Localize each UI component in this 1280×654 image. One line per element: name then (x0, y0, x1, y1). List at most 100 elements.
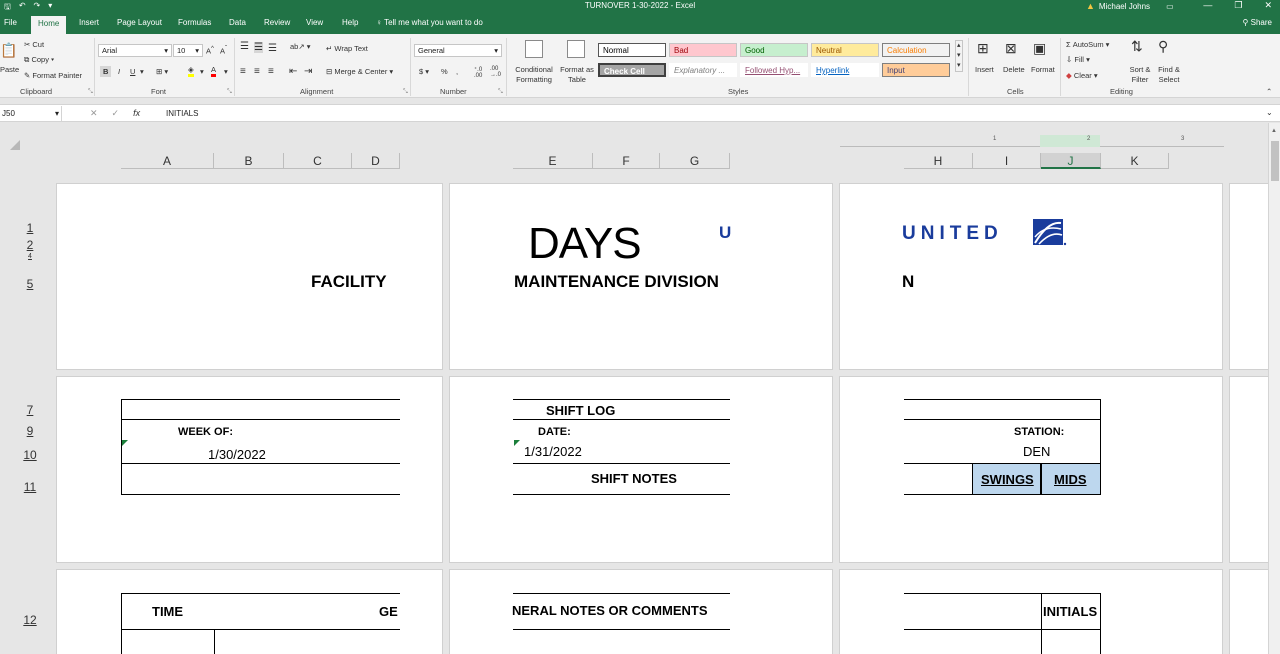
delete-cells-icon[interactable]: ⊠ (1005, 40, 1017, 57)
style-check-cell[interactable]: Check Cell (598, 63, 666, 77)
week-of-label[interactable]: WEEK OF: (178, 426, 233, 438)
increase-font-icon[interactable]: A^ (206, 45, 214, 56)
style-bad[interactable]: Bad (669, 43, 737, 57)
style-good[interactable]: Good (740, 43, 808, 57)
styles-scroll-icon[interactable]: ▴ ▾ ▾ (955, 40, 963, 72)
font-color-icon[interactable]: A (211, 65, 217, 77)
merge-center-button[interactable]: ⊟ Merge & Center ▾ (326, 67, 393, 76)
row-header-10[interactable]: 10 (18, 448, 42, 462)
sort-filter-button[interactable]: Sort & Filter (1126, 65, 1154, 85)
alignment-launcher-icon[interactable]: ⤡ (403, 89, 408, 96)
week-of-value[interactable]: 1/30/2022 (208, 447, 266, 462)
scroll-up-icon[interactable]: ▲ (1271, 128, 1277, 134)
middle-align-icon[interactable]: ☰ (254, 42, 263, 53)
font-color-dropdown-icon[interactable]: ▾ (224, 67, 228, 76)
column-header-i[interactable]: I (973, 153, 1041, 169)
autosum-button[interactable]: Σ AutoSum ▾ (1066, 40, 1109, 49)
style-explanatory[interactable]: Explanatory ... (669, 63, 737, 77)
clear-button[interactable]: ◆ Clear ▾ (1066, 71, 1098, 80)
swings-label[interactable]: SWINGS (981, 472, 1034, 487)
name-box[interactable]: J50 ▾ (0, 106, 62, 121)
decrease-indent-icon[interactable]: ⇤ (289, 66, 297, 77)
column-header-f[interactable]: F (593, 153, 660, 169)
sort-filter-icon[interactable]: ⇅ (1131, 38, 1143, 55)
insert-cells-icon[interactable]: ⊞ (977, 40, 989, 57)
underline-button[interactable]: U (130, 67, 135, 76)
column-header-d[interactable]: D (352, 153, 400, 169)
shift-notes-heading[interactable]: SHIFT NOTES (591, 471, 677, 486)
minimize-icon[interactable]: — (1203, 0, 1212, 11)
station-value[interactable]: DEN (1023, 444, 1050, 459)
row-header-2[interactable]: 2 (18, 238, 42, 252)
tab-view[interactable]: View (306, 18, 323, 27)
paste-icon[interactable]: 📋 (0, 42, 17, 59)
tab-data[interactable]: Data (229, 18, 246, 27)
column-header-k[interactable]: K (1101, 153, 1169, 169)
paste-button[interactable]: Paste (0, 65, 19, 74)
insert-cells-button[interactable]: Insert (975, 65, 994, 74)
format-cells-button[interactable]: Format (1031, 65, 1055, 74)
font-size-combo[interactable]: 10 ▾ (173, 44, 203, 57)
tab-review[interactable]: Review (264, 18, 290, 27)
number-launcher-icon[interactable]: ⤡ (498, 89, 503, 96)
tab-page-layout[interactable]: Page Layout (117, 18, 162, 27)
number-format-combo[interactable]: General ▾ (414, 44, 502, 57)
page-notes-right[interactable] (839, 569, 1223, 654)
user-account[interactable]: ▲ Michael Johns ▭ (1086, 1, 1174, 11)
column-header-j[interactable]: J (1041, 153, 1101, 169)
fill-color-dropdown-icon[interactable]: ▾ (200, 67, 204, 76)
find-select-icon[interactable]: ⚲ (1158, 38, 1168, 55)
copy-button[interactable]: ⧉ Copy ▾ (24, 55, 54, 65)
cancel-icon[interactable]: ✕ (90, 108, 98, 119)
font-name-combo[interactable]: Arial ▾ (98, 44, 172, 57)
format-cells-icon[interactable]: ▣ (1033, 40, 1046, 57)
facility-heading[interactable]: FACILITY (311, 272, 387, 292)
format-painter-button[interactable]: ✎ Format Painter (24, 71, 82, 80)
tab-file[interactable]: File (4, 18, 17, 27)
italic-button[interactable]: I (118, 67, 120, 76)
comma-button[interactable]: , (456, 67, 458, 76)
decrease-decimal-icon[interactable]: .00 →.0 (490, 66, 501, 78)
initials-column-header[interactable]: INITIALS (1043, 604, 1097, 619)
scrollbar-thumb[interactable] (1271, 141, 1279, 181)
underline-dropdown-icon[interactable]: ▾ (140, 67, 144, 76)
shift-log-title[interactable]: SHIFT LOG (546, 403, 615, 418)
row-header-9[interactable]: 9 (18, 424, 42, 438)
top-align-icon[interactable]: ☰ (240, 41, 249, 52)
column-header-g[interactable]: G (660, 153, 730, 169)
percent-button[interactable]: % (441, 67, 448, 76)
column-header-e[interactable]: E (513, 153, 593, 169)
style-neutral[interactable]: Neutral (811, 43, 879, 57)
close-icon[interactable]: ✕ (1264, 0, 1272, 11)
align-left-icon[interactable]: ≡ (240, 66, 246, 77)
formula-input[interactable]: INITIALS (166, 109, 198, 118)
row-header-4[interactable]: 4 (18, 253, 42, 260)
increase-decimal-icon[interactable]: ⁺.0.00 (474, 66, 482, 79)
general-notes-header[interactable]: NERAL NOTES OR COMMENTS (512, 603, 708, 618)
style-normal[interactable]: Normal (598, 43, 666, 57)
decrease-font-icon[interactable]: Aˇ (220, 45, 227, 56)
currency-button[interactable]: $ ▾ (419, 67, 429, 76)
date-value[interactable]: 1/31/2022 (524, 444, 582, 459)
clipboard-launcher-icon[interactable]: ⤡ (88, 89, 93, 96)
column-header-h[interactable]: H (904, 153, 973, 169)
tell-me-search[interactable]: ♀ Tell me what you want to do (376, 18, 483, 27)
column-header-a[interactable]: A (121, 153, 214, 169)
division-n-fragment[interactable]: N (902, 272, 914, 292)
column-header-c[interactable]: C (284, 153, 352, 169)
share-button[interactable]: ⚲ Share (1243, 18, 1272, 27)
enter-icon[interactable]: ✓ (112, 108, 120, 119)
page-shiftlog-left[interactable] (56, 376, 443, 563)
increase-indent-icon[interactable]: ⇥ (304, 66, 312, 77)
borders-icon[interactable]: ⊞ ▾ (156, 67, 168, 76)
tab-help[interactable]: Help (342, 18, 358, 27)
ribbon-display-options-icon[interactable]: ▭ (1166, 2, 1174, 11)
style-calculation[interactable]: Calculation (882, 43, 950, 57)
general-notes-fragment-left[interactable]: GE (379, 604, 398, 619)
font-launcher-icon[interactable]: ⤡ (227, 89, 232, 96)
delete-cells-button[interactable]: Delete (1003, 65, 1025, 74)
days-heading[interactable]: DAYS (528, 219, 642, 269)
station-label[interactable]: STATION: (1014, 426, 1064, 438)
cut-button[interactable]: ✂ Cut (24, 40, 44, 49)
row-header-12[interactable]: 12 (18, 613, 42, 627)
